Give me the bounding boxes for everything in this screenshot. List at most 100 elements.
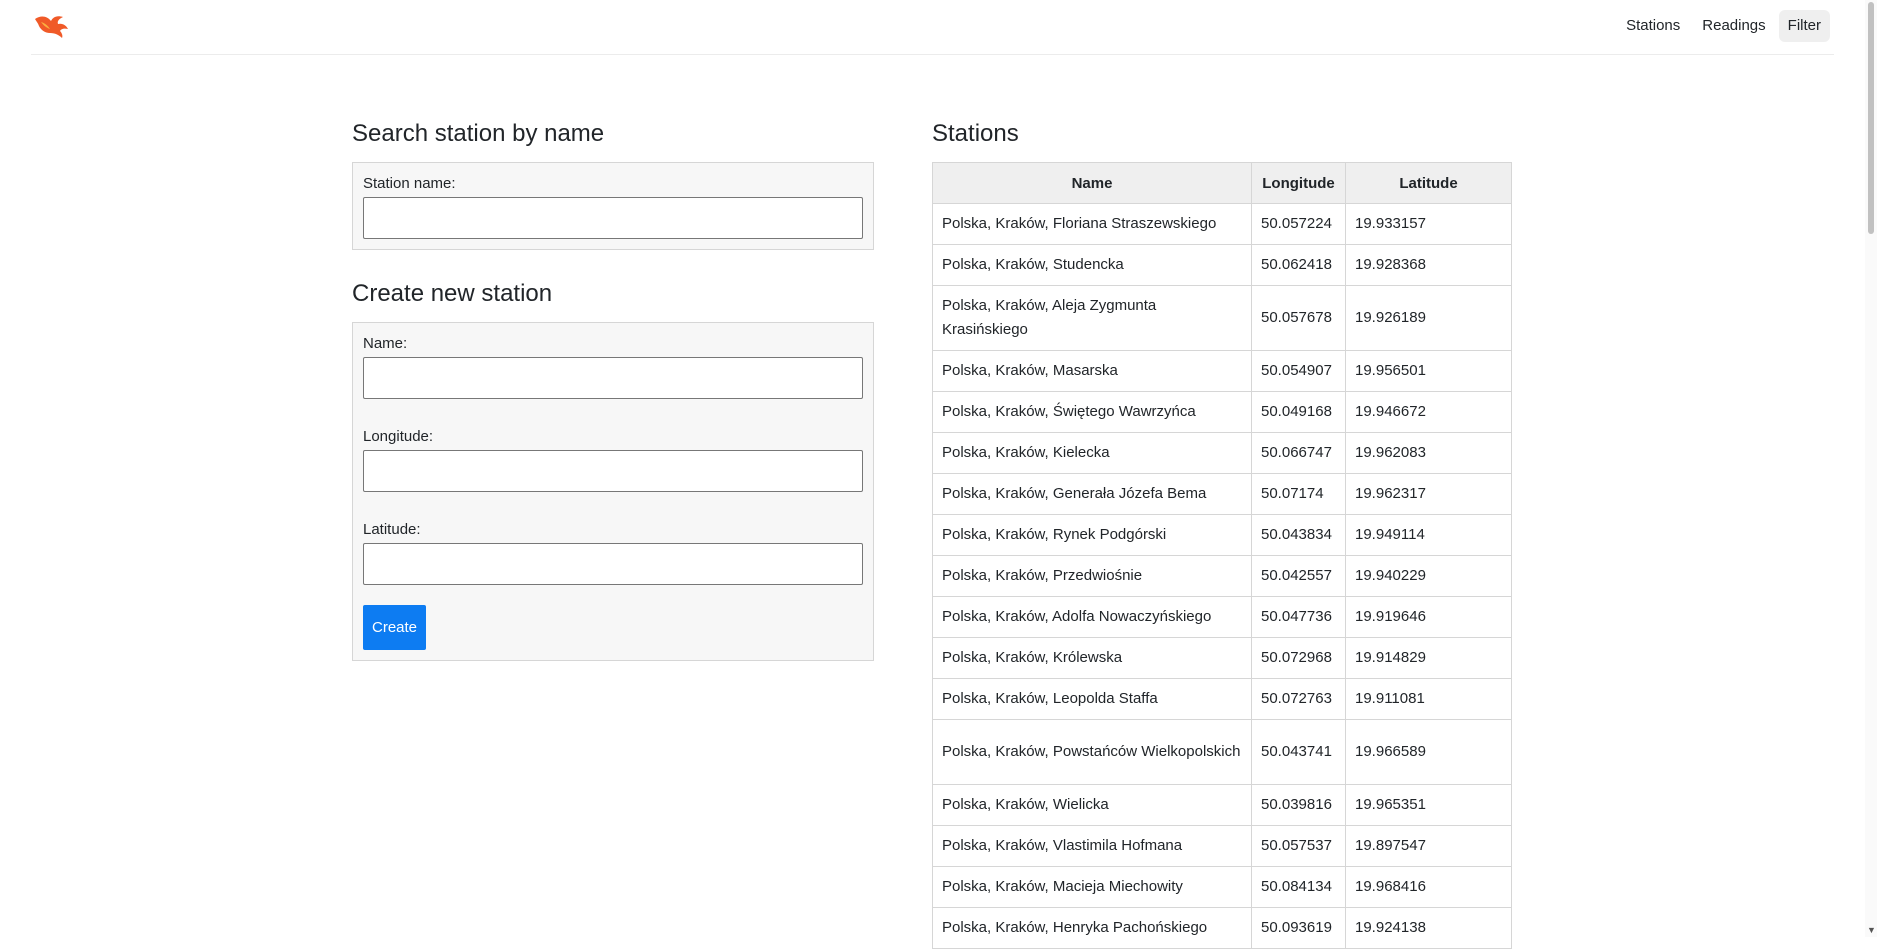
cell-latitude: 19.933157 [1345, 203, 1512, 245]
cell-longitude: 50.072968 [1251, 637, 1346, 679]
column-header-longitude: Longitude [1251, 162, 1346, 204]
name-label: Name: [363, 335, 408, 352]
cell-latitude: 19.911081 [1345, 678, 1512, 720]
table-header-row: Name Longitude Latitude [932, 162, 1512, 204]
cell-name: Polska, Kraków, Wielicka [932, 784, 1252, 826]
left-column: Search station by name Station name: Cre… [352, 118, 874, 661]
longitude-label: Longitude: [363, 428, 434, 445]
cell-longitude: 50.043834 [1251, 514, 1346, 556]
cell-name: Polska, Kraków, Rynek Podgórski [932, 514, 1252, 556]
name-input[interactable] [363, 357, 863, 399]
table-row: Polska, Kraków, Świętego Wawrzyńca 50.049… [932, 391, 1512, 433]
longitude-input[interactable] [363, 450, 863, 492]
cell-longitude: 50.084134 [1251, 866, 1346, 908]
cell-name: Polska, Kraków, Henryka Pachońskiego [932, 907, 1252, 949]
cell-name: Polska, Kraków, Aleja Zygmunta Krasiński… [932, 285, 1252, 351]
cell-name: Polska, Kraków, Studencka [932, 244, 1252, 286]
cell-name: Polska, Kraków, Masarska [932, 350, 1252, 392]
table-row: Polska, Kraków, Studencka 50.062418 19.928… [932, 244, 1512, 286]
phoenix-flame-icon[interactable] [33, 13, 69, 39]
nav-link-stations[interactable]: Stations [1617, 10, 1689, 42]
cell-latitude: 19.897547 [1345, 825, 1512, 867]
cell-name: Polska, Kraków, Adolfa Nowaczyńskiego [932, 596, 1252, 638]
cell-latitude: 19.949114 [1345, 514, 1512, 556]
cell-name: Polska, Kraków, Vlastimila Hofmana [932, 825, 1252, 867]
cell-latitude: 19.966589 [1345, 719, 1512, 785]
station-name-search-input[interactable] [363, 197, 863, 239]
cell-longitude: 50.057678 [1251, 285, 1346, 351]
scroll-down-arrow-icon[interactable]: ▼ [1867, 925, 1876, 935]
cell-name: Polska, Kraków, Świętego Wawrzyńca [932, 391, 1252, 433]
stations-title: Stations [932, 120, 1019, 147]
cell-latitude: 19.924138 [1345, 907, 1512, 949]
cell-name: Polska, Kraków, Kielecka [932, 432, 1252, 474]
cell-name: Polska, Kraków, Macieja Miechowity [932, 866, 1252, 908]
cell-longitude: 50.039816 [1251, 784, 1346, 826]
cell-latitude: 19.914829 [1345, 637, 1512, 679]
table-row: Polska, Kraków, Wielicka 50.039816 19.9653… [932, 784, 1512, 826]
search-title: Search station by name [352, 120, 605, 147]
cell-longitude: 50.043741 [1251, 719, 1346, 785]
table-row: Polska, Kraków, Generała Józefa Bema 50.0… [932, 473, 1512, 515]
table-row: Polska, Kraków, Vlastimila Hofmana 50.057… [932, 825, 1512, 867]
cell-longitude: 50.093619 [1251, 907, 1346, 949]
cell-longitude: 50.062418 [1251, 244, 1346, 286]
page-scrollbar[interactable]: ▼ [1865, 0, 1877, 937]
create-panel: Name: Longitude: Latitude: Create [352, 322, 874, 661]
cell-latitude: 19.919646 [1345, 596, 1512, 638]
table-row: Polska, Kraków, Leopolda Staffa 50.072763… [932, 678, 1512, 720]
cell-latitude: 19.940229 [1345, 555, 1512, 597]
search-panel: Station name: [352, 162, 874, 250]
cell-name: Polska, Kraków, Generała Józefa Bema [932, 473, 1252, 515]
cell-longitude: 50.066747 [1251, 432, 1346, 474]
table-row: Polska, Kraków, Floriana Straszewskiego 5… [932, 203, 1512, 245]
cell-latitude: 19.962317 [1345, 473, 1512, 515]
table-row: Polska, Kraków, Przedwiośnie 50.042557 19.… [932, 555, 1512, 597]
create-title: Create new station [352, 280, 553, 307]
table-row: Polska, Kraków, Aleja Zygmunta Krasiński… [932, 285, 1512, 351]
name-field-group: Name: [363, 335, 863, 399]
cell-name: Polska, Kraków, Floriana Straszewskiego [932, 203, 1252, 245]
cell-longitude: 50.07174 [1251, 473, 1346, 515]
longitude-field-group: Longitude: [363, 428, 863, 492]
cell-latitude: 19.946672 [1345, 391, 1512, 433]
cell-name: Polska, Kraków, Leopolda Staffa [932, 678, 1252, 720]
cell-longitude: 50.054907 [1251, 350, 1346, 392]
column-header-name: Name [932, 162, 1252, 204]
latitude-field-group: Latitude: [363, 521, 863, 585]
station-name-label: Station name: [363, 175, 456, 192]
nav-links: Stations Readings Filter [1617, 10, 1830, 42]
latitude-label: Latitude: [363, 521, 421, 538]
cell-latitude: 19.928368 [1345, 244, 1512, 286]
cell-longitude: 50.072763 [1251, 678, 1346, 720]
right-column: Stations Name Longitude Latitude Polska,… [932, 118, 1512, 949]
cell-longitude: 50.049168 [1251, 391, 1346, 433]
stations-table: Name Longitude Latitude Polska, Kraków, … [932, 162, 1512, 949]
navbar: Stations Readings Filter [31, 0, 1834, 55]
latitude-input[interactable] [363, 543, 863, 585]
table-row: Polska, Kraków, Rynek Podgórski 50.043834… [932, 514, 1512, 556]
table-row: Polska, Kraków, Kielecka 50.066747 19.9620… [932, 432, 1512, 474]
cell-name: Polska, Kraków, Królewska [932, 637, 1252, 679]
cell-longitude: 50.057224 [1251, 203, 1346, 245]
table-row: Polska, Kraków, Masarska 50.054907 19.9565… [932, 350, 1512, 392]
column-header-latitude: Latitude [1345, 162, 1512, 204]
cell-name: Polska, Kraków, Przedwiośnie [932, 555, 1252, 597]
stations-table-body: Polska, Kraków, Floriana Straszewskiego 5… [932, 203, 1512, 949]
cell-longitude: 50.057537 [1251, 825, 1346, 867]
cell-name: Polska, Kraków, Powstańców Wielkopolskic… [932, 719, 1252, 785]
table-row: Polska, Kraków, Macieja Miechowity 50.084… [932, 866, 1512, 908]
table-row: Polska, Kraków, Królewska 50.072968 19.914… [932, 637, 1512, 679]
scrollbar-thumb[interactable] [1868, 2, 1874, 234]
nav-link-readings[interactable]: Readings [1693, 10, 1774, 42]
table-row: Polska, Kraków, Adolfa Nowaczyńskiego 50.… [932, 596, 1512, 638]
nav-link-filter[interactable]: Filter [1778, 10, 1830, 42]
cell-latitude: 19.962083 [1345, 432, 1512, 474]
cell-latitude: 19.968416 [1345, 866, 1512, 908]
cell-latitude: 19.926189 [1345, 285, 1512, 351]
table-row: Polska, Kraków, Henryka Pachońskiego 50.0… [932, 907, 1512, 949]
create-button[interactable]: Create [363, 605, 427, 650]
cell-longitude: 50.042557 [1251, 555, 1346, 597]
cell-latitude: 19.965351 [1345, 784, 1512, 826]
table-row: Polska, Kraków, Powstańców Wielkopolskic… [932, 719, 1512, 785]
